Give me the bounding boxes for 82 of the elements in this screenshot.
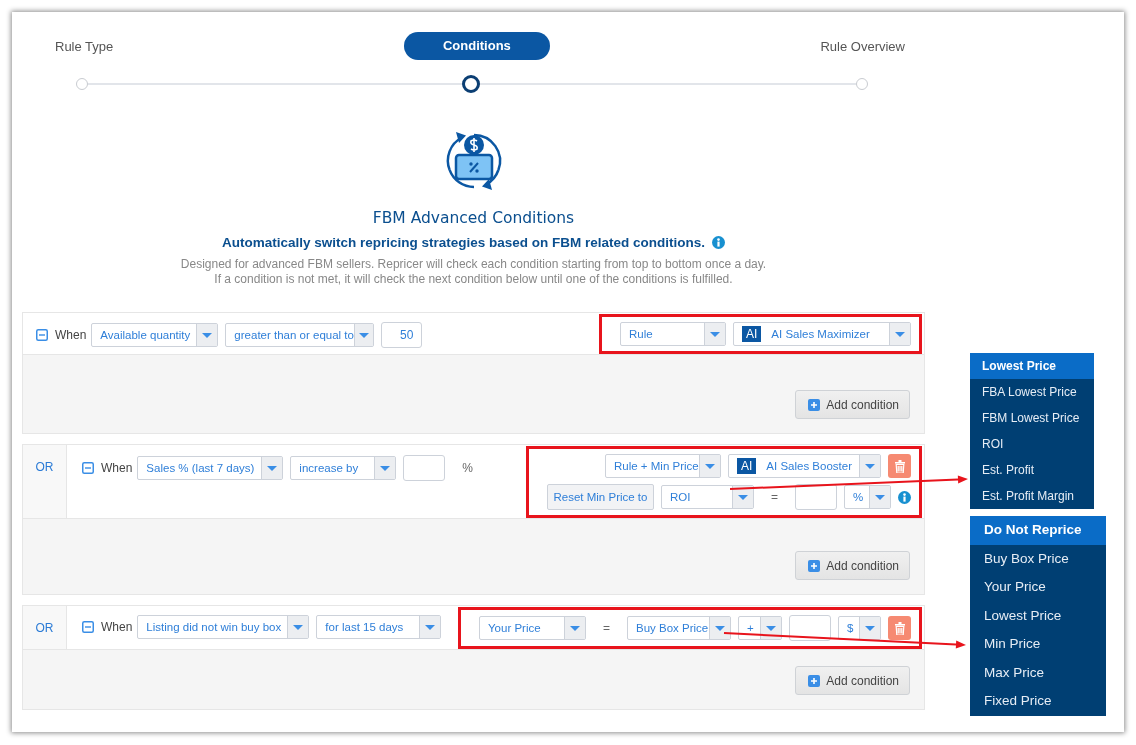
caret-icon bbox=[202, 332, 213, 338]
dropdown[interactable]: + bbox=[738, 616, 782, 640]
dropdown[interactable]: Rule + Min Price bbox=[605, 454, 721, 478]
when-label: When bbox=[101, 620, 133, 634]
caret-icon bbox=[359, 332, 370, 338]
menu-item[interactable]: FBA Lowest Price bbox=[970, 379, 1094, 405]
label-text: = bbox=[602, 621, 611, 635]
dropdown[interactable]: greater than or equal to bbox=[225, 323, 375, 347]
section-subtitle: Automatically switch repricing strategies based on FBM related conditions. bbox=[221, 235, 706, 250]
dropdown[interactable]: Buy Box Price bbox=[627, 616, 731, 640]
dropdown[interactable]: Sales % (last 7 days) bbox=[137, 456, 284, 480]
caret-icon bbox=[865, 625, 875, 631]
step-label[interactable]: Rule Overview bbox=[820, 38, 905, 54]
dropdown[interactable]: AI AI Sales Maximizer bbox=[733, 322, 911, 346]
caret-icon bbox=[380, 465, 391, 471]
menu-item[interactable]: Min Price bbox=[970, 630, 1106, 659]
step-label[interactable]: Conditions bbox=[403, 32, 550, 60]
caret-icon bbox=[865, 463, 875, 469]
add-condition-button[interactable]: Add condition bbox=[795, 666, 910, 695]
plus-icon bbox=[808, 398, 821, 411]
description-text: If a condition is not met, it will check the next condition below until one of the conditions is fulfilled. bbox=[214, 272, 733, 287]
menu-item[interactable]: Lowest Price bbox=[970, 601, 1106, 630]
add-condition-button[interactable]: Add condition bbox=[795, 390, 910, 419]
caret-icon bbox=[715, 625, 725, 631]
section-title: FBM Advanced Conditions bbox=[372, 209, 575, 227]
menu-item[interactable]: Your Price bbox=[970, 573, 1106, 602]
caret-icon bbox=[895, 331, 905, 337]
dropdown[interactable]: for last 15 days bbox=[316, 615, 442, 639]
or-label: OR bbox=[23, 445, 67, 518]
or-label: OR bbox=[23, 606, 67, 649]
description-text: Designed for advanced FBM sellers. Repricer will check each condition starting from top to bottom once a day. bbox=[180, 257, 767, 272]
caret-icon bbox=[705, 463, 715, 469]
delete-button[interactable] bbox=[888, 454, 911, 478]
ai-badge: AI bbox=[737, 458, 757, 474]
collapse-icon bbox=[82, 621, 94, 633]
menu-item[interactable]: Est. Profit Margin bbox=[970, 483, 1094, 509]
dropdown[interactable]: % bbox=[844, 485, 891, 509]
caret-icon bbox=[267, 465, 278, 471]
menu-item[interactable]: Max Price bbox=[970, 658, 1106, 687]
menu-item[interactable]: Do Not Reprice bbox=[970, 516, 1106, 545]
delete-button[interactable] bbox=[888, 616, 911, 640]
menu-item[interactable]: Fixed Price bbox=[970, 687, 1106, 716]
menu-item[interactable]: Est. Profit bbox=[970, 457, 1094, 483]
add-condition-button[interactable]: Add condition bbox=[795, 551, 910, 580]
label-text: = bbox=[770, 490, 779, 504]
label-text: % bbox=[461, 461, 475, 475]
plus-icon bbox=[808, 559, 821, 572]
menu-item[interactable]: FBM Lowest Price bbox=[970, 405, 1094, 431]
caret-icon bbox=[875, 494, 885, 500]
ai-badge: AI bbox=[742, 326, 762, 342]
trash-icon bbox=[894, 459, 905, 473]
step-label[interactable]: Rule Type bbox=[55, 38, 114, 54]
menu-item[interactable]: Buy Box Price bbox=[970, 544, 1106, 573]
dropdown[interactable]: Available quantity bbox=[91, 323, 219, 347]
dropdown[interactable]: $ bbox=[838, 616, 881, 640]
when-label: When bbox=[55, 328, 87, 342]
dropdown[interactable]: AI AI Sales Booster bbox=[728, 454, 881, 478]
input-field[interactable] bbox=[789, 615, 831, 641]
collapse-icon bbox=[82, 462, 94, 474]
input-field[interactable]: 50 bbox=[381, 322, 423, 348]
input-field[interactable] bbox=[403, 455, 446, 481]
caret-icon bbox=[766, 625, 776, 631]
dropdown[interactable]: increase by bbox=[290, 456, 397, 480]
caret-icon bbox=[738, 494, 748, 500]
dropdown[interactable]: Rule bbox=[620, 322, 726, 346]
menu-item[interactable]: Lowest Price bbox=[970, 353, 1094, 379]
caret-icon bbox=[425, 624, 436, 630]
input-field[interactable] bbox=[795, 484, 837, 510]
plus-icon bbox=[808, 674, 821, 687]
trash-icon bbox=[894, 621, 905, 635]
info-icon bbox=[898, 490, 911, 504]
info-icon bbox=[712, 236, 726, 249]
menu-item[interactable]: ROI bbox=[970, 431, 1094, 457]
caret-icon bbox=[570, 625, 580, 631]
reset-button[interactable]: Reset Min Price to bbox=[547, 484, 654, 510]
caret-icon bbox=[293, 624, 304, 630]
dropdown[interactable]: Listing did not win buy box bbox=[137, 615, 310, 639]
collapse-icon bbox=[36, 329, 48, 341]
dropdown[interactable]: Your Price bbox=[479, 616, 586, 640]
caret-icon bbox=[710, 331, 720, 337]
when-label: When bbox=[101, 461, 133, 475]
dropdown[interactable]: ROI bbox=[661, 485, 754, 509]
